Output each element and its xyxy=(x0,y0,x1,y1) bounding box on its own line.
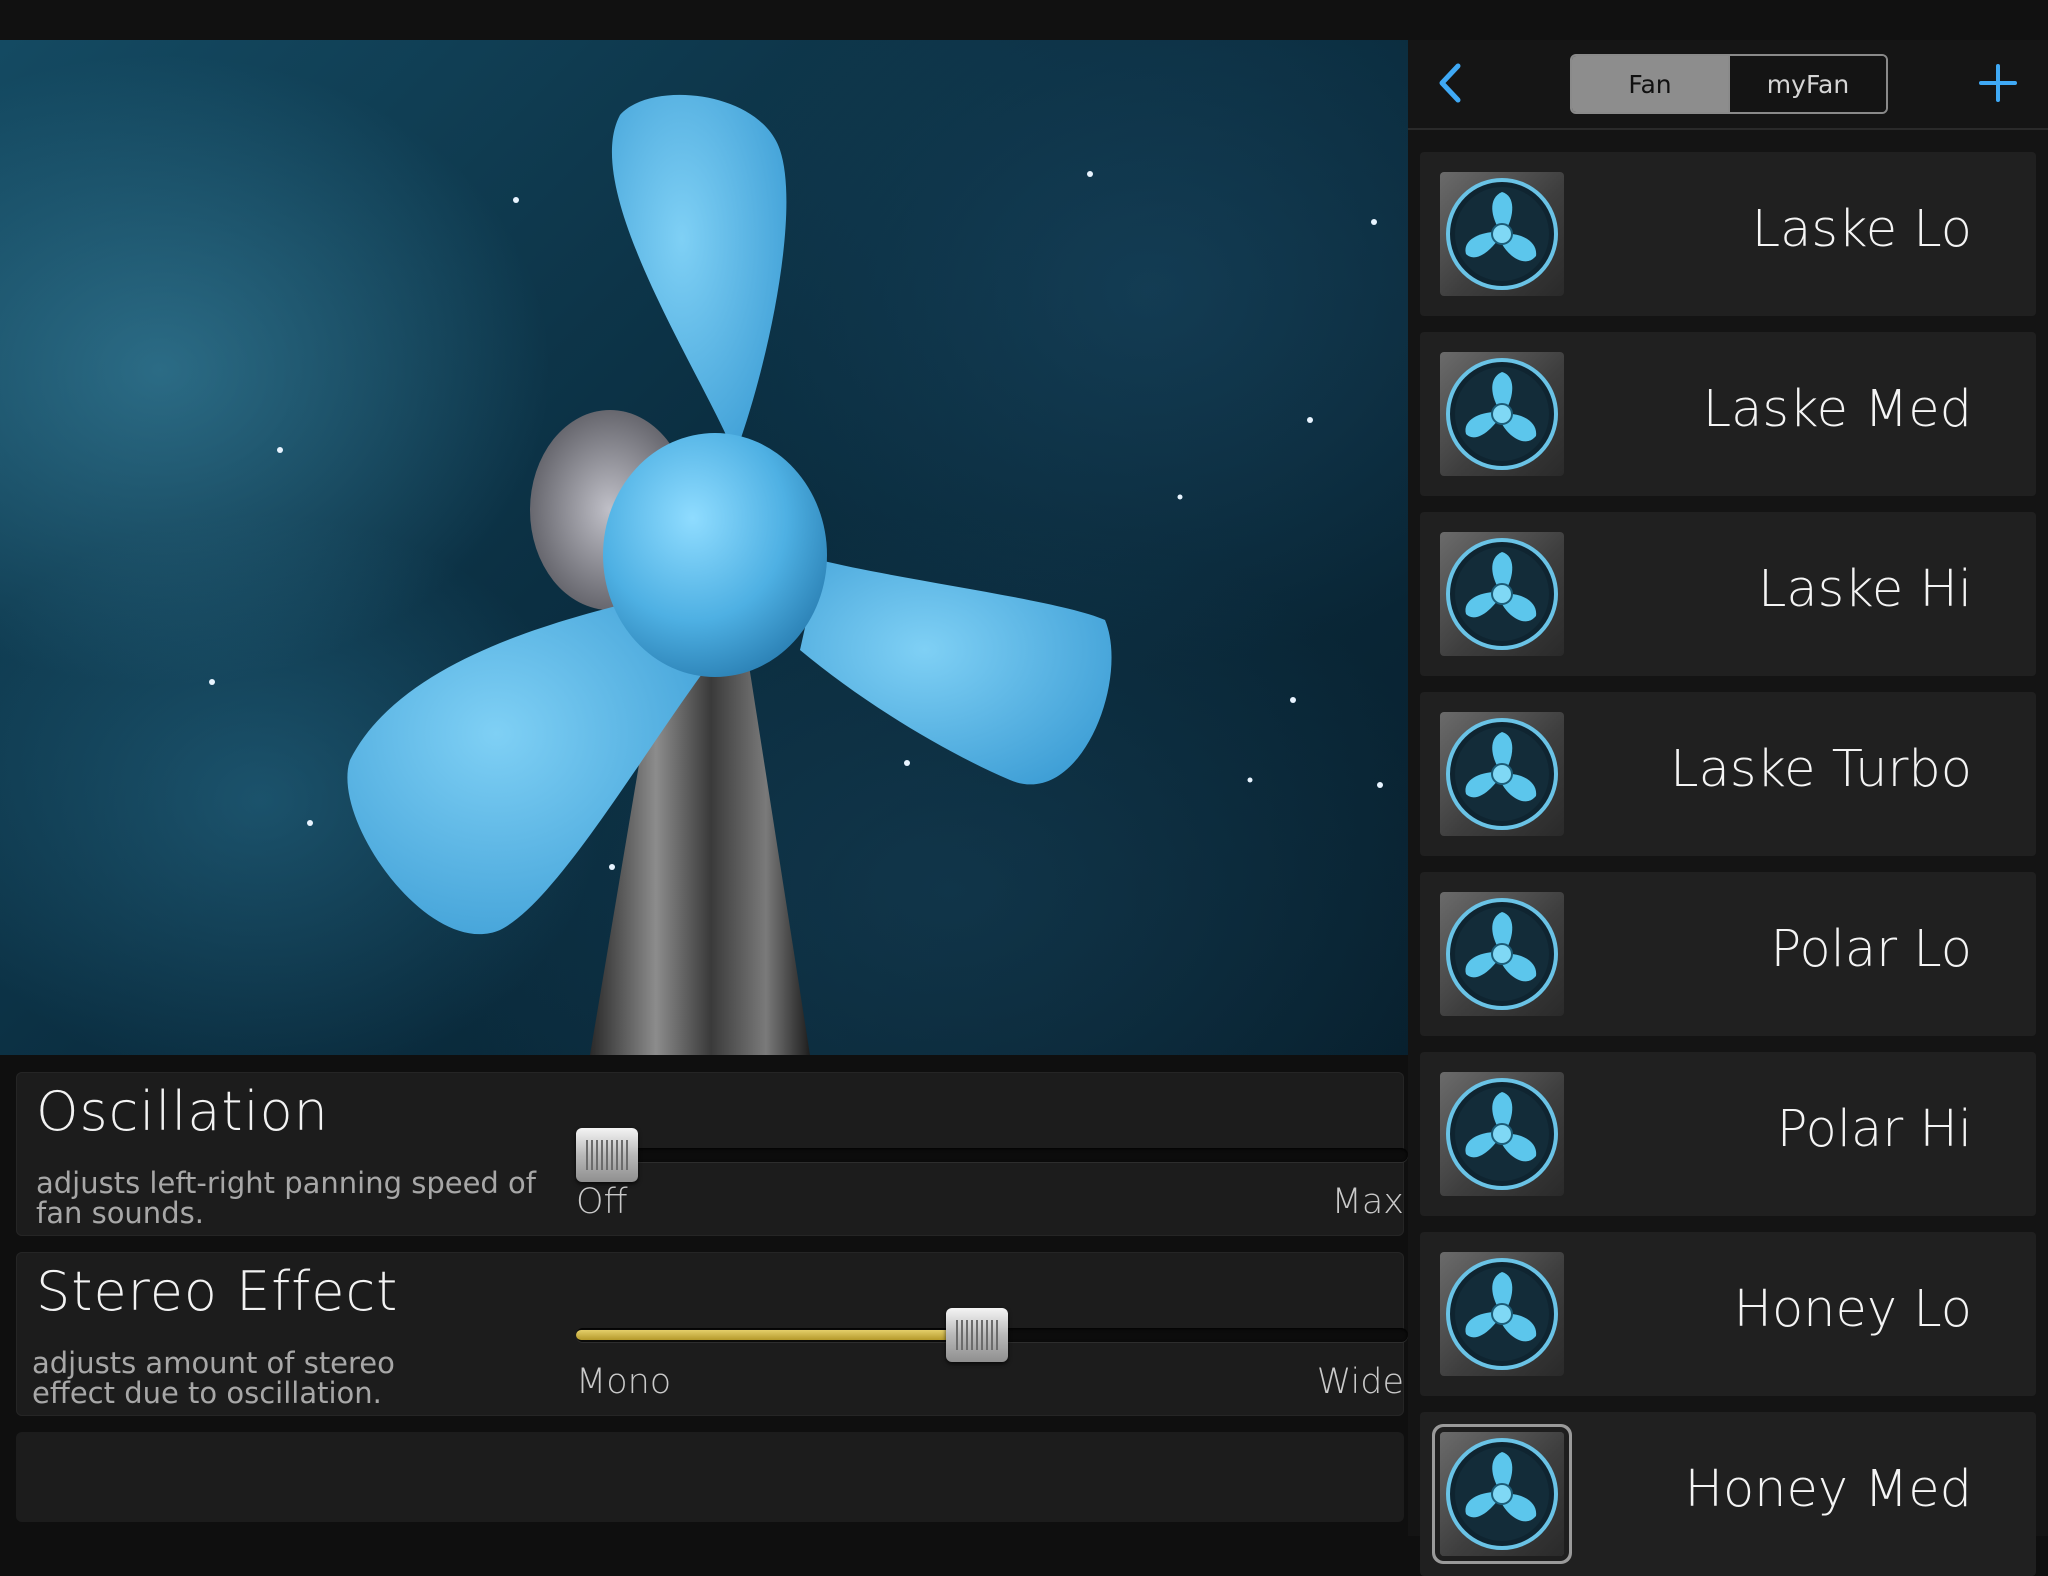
stereo-panel: Stereo Effect adjusts amount of stereo e… xyxy=(16,1252,1408,1416)
preset-name: Laske Med xyxy=(1702,380,1972,439)
stereo-slider-fill xyxy=(576,1330,977,1340)
tab-myfan[interactable]: myFan xyxy=(1728,56,1886,112)
fan-icon xyxy=(1446,1258,1558,1370)
preset-item[interactable]: Laske Lo xyxy=(1420,152,2036,316)
stereo-max-label: Wide xyxy=(1316,1362,1404,1402)
fan-icon xyxy=(1446,1078,1558,1190)
fan-scene[interactable] xyxy=(0,40,1408,1055)
preset-item[interactable]: Laske Hi xyxy=(1420,512,2036,676)
oscillation-max-label: Max xyxy=(1331,1182,1404,1222)
oscillation-panel: Oscillation adjusts left-right panning s… xyxy=(16,1072,1408,1236)
oscillation-description: adjusts left-right panning speed of fan … xyxy=(36,1166,536,1230)
stereo-description: adjusts amount of stereo effect due to o… xyxy=(32,1346,395,1410)
preset-item[interactable]: Polar Lo xyxy=(1420,872,2036,1036)
preset-thumbnail xyxy=(1440,532,1564,656)
preset-name: Honey Lo xyxy=(1733,1280,1972,1339)
preset-name: Honey Med xyxy=(1684,1460,1972,1519)
preset-thumbnail xyxy=(1440,172,1564,296)
oscillation-slider-thumb[interactable] xyxy=(576,1128,638,1182)
preset-thumbnail xyxy=(1440,892,1564,1016)
fan-icon xyxy=(1446,358,1558,470)
preset-sidebar: Fan myFan Laske Lo Laske Med Laske Hi La… xyxy=(1408,40,2048,1576)
chevron-left-icon xyxy=(1439,63,1461,103)
preset-item[interactable]: Polar Hi xyxy=(1420,1052,2036,1216)
preset-thumbnail xyxy=(1440,352,1564,476)
preset-thumbnail xyxy=(1440,1252,1564,1376)
fan-hub xyxy=(603,433,827,677)
plus-icon xyxy=(1979,64,2017,102)
preset-name: Polar Lo xyxy=(1770,920,1972,979)
preset-name: Polar Hi xyxy=(1776,1100,1972,1159)
preset-name: Laske Hi xyxy=(1757,560,1972,619)
oscillation-slider-track[interactable] xyxy=(576,1148,1408,1162)
preset-name: Laske Turbo xyxy=(1670,740,1972,799)
empty-panel xyxy=(16,1432,1404,1522)
oscillation-title: Oscillation xyxy=(36,1080,329,1143)
fan-icon xyxy=(1446,1438,1558,1550)
stereo-slider-thumb[interactable] xyxy=(945,1308,1008,1362)
fan-icon xyxy=(1446,178,1558,290)
preset-thumbnail xyxy=(1440,1432,1564,1556)
fan-icon xyxy=(1446,718,1558,830)
preset-item[interactable]: Honey Med xyxy=(1420,1412,2036,1576)
preset-item[interactable]: Laske Med xyxy=(1420,332,2036,496)
fan-illustration xyxy=(209,94,1383,1055)
preset-thumbnail xyxy=(1440,712,1564,836)
preset-item[interactable]: Honey Lo xyxy=(1420,1232,2036,1396)
add-button[interactable] xyxy=(1968,58,2028,108)
fan-tab-switcher: Fan myFan xyxy=(1570,54,1888,114)
preset-thumbnail xyxy=(1440,1072,1564,1196)
preset-item[interactable]: Laske Turbo xyxy=(1420,692,2036,856)
stereo-min-label: Mono xyxy=(576,1362,672,1402)
fan-icon xyxy=(1446,898,1558,1010)
oscillation-min-label: Off xyxy=(576,1182,628,1222)
sidebar-header: Fan myFan xyxy=(1408,40,2048,130)
fan-blade-right xyxy=(800,560,1112,785)
status-bar xyxy=(0,0,2048,40)
back-button[interactable] xyxy=(1426,58,1476,108)
fan-blade-top xyxy=(611,94,787,456)
stereo-title: Stereo Effect xyxy=(36,1260,399,1323)
preset-name: Laske Lo xyxy=(1751,200,1972,259)
tab-fan[interactable]: Fan xyxy=(1572,56,1728,112)
fan-icon xyxy=(1446,538,1558,650)
